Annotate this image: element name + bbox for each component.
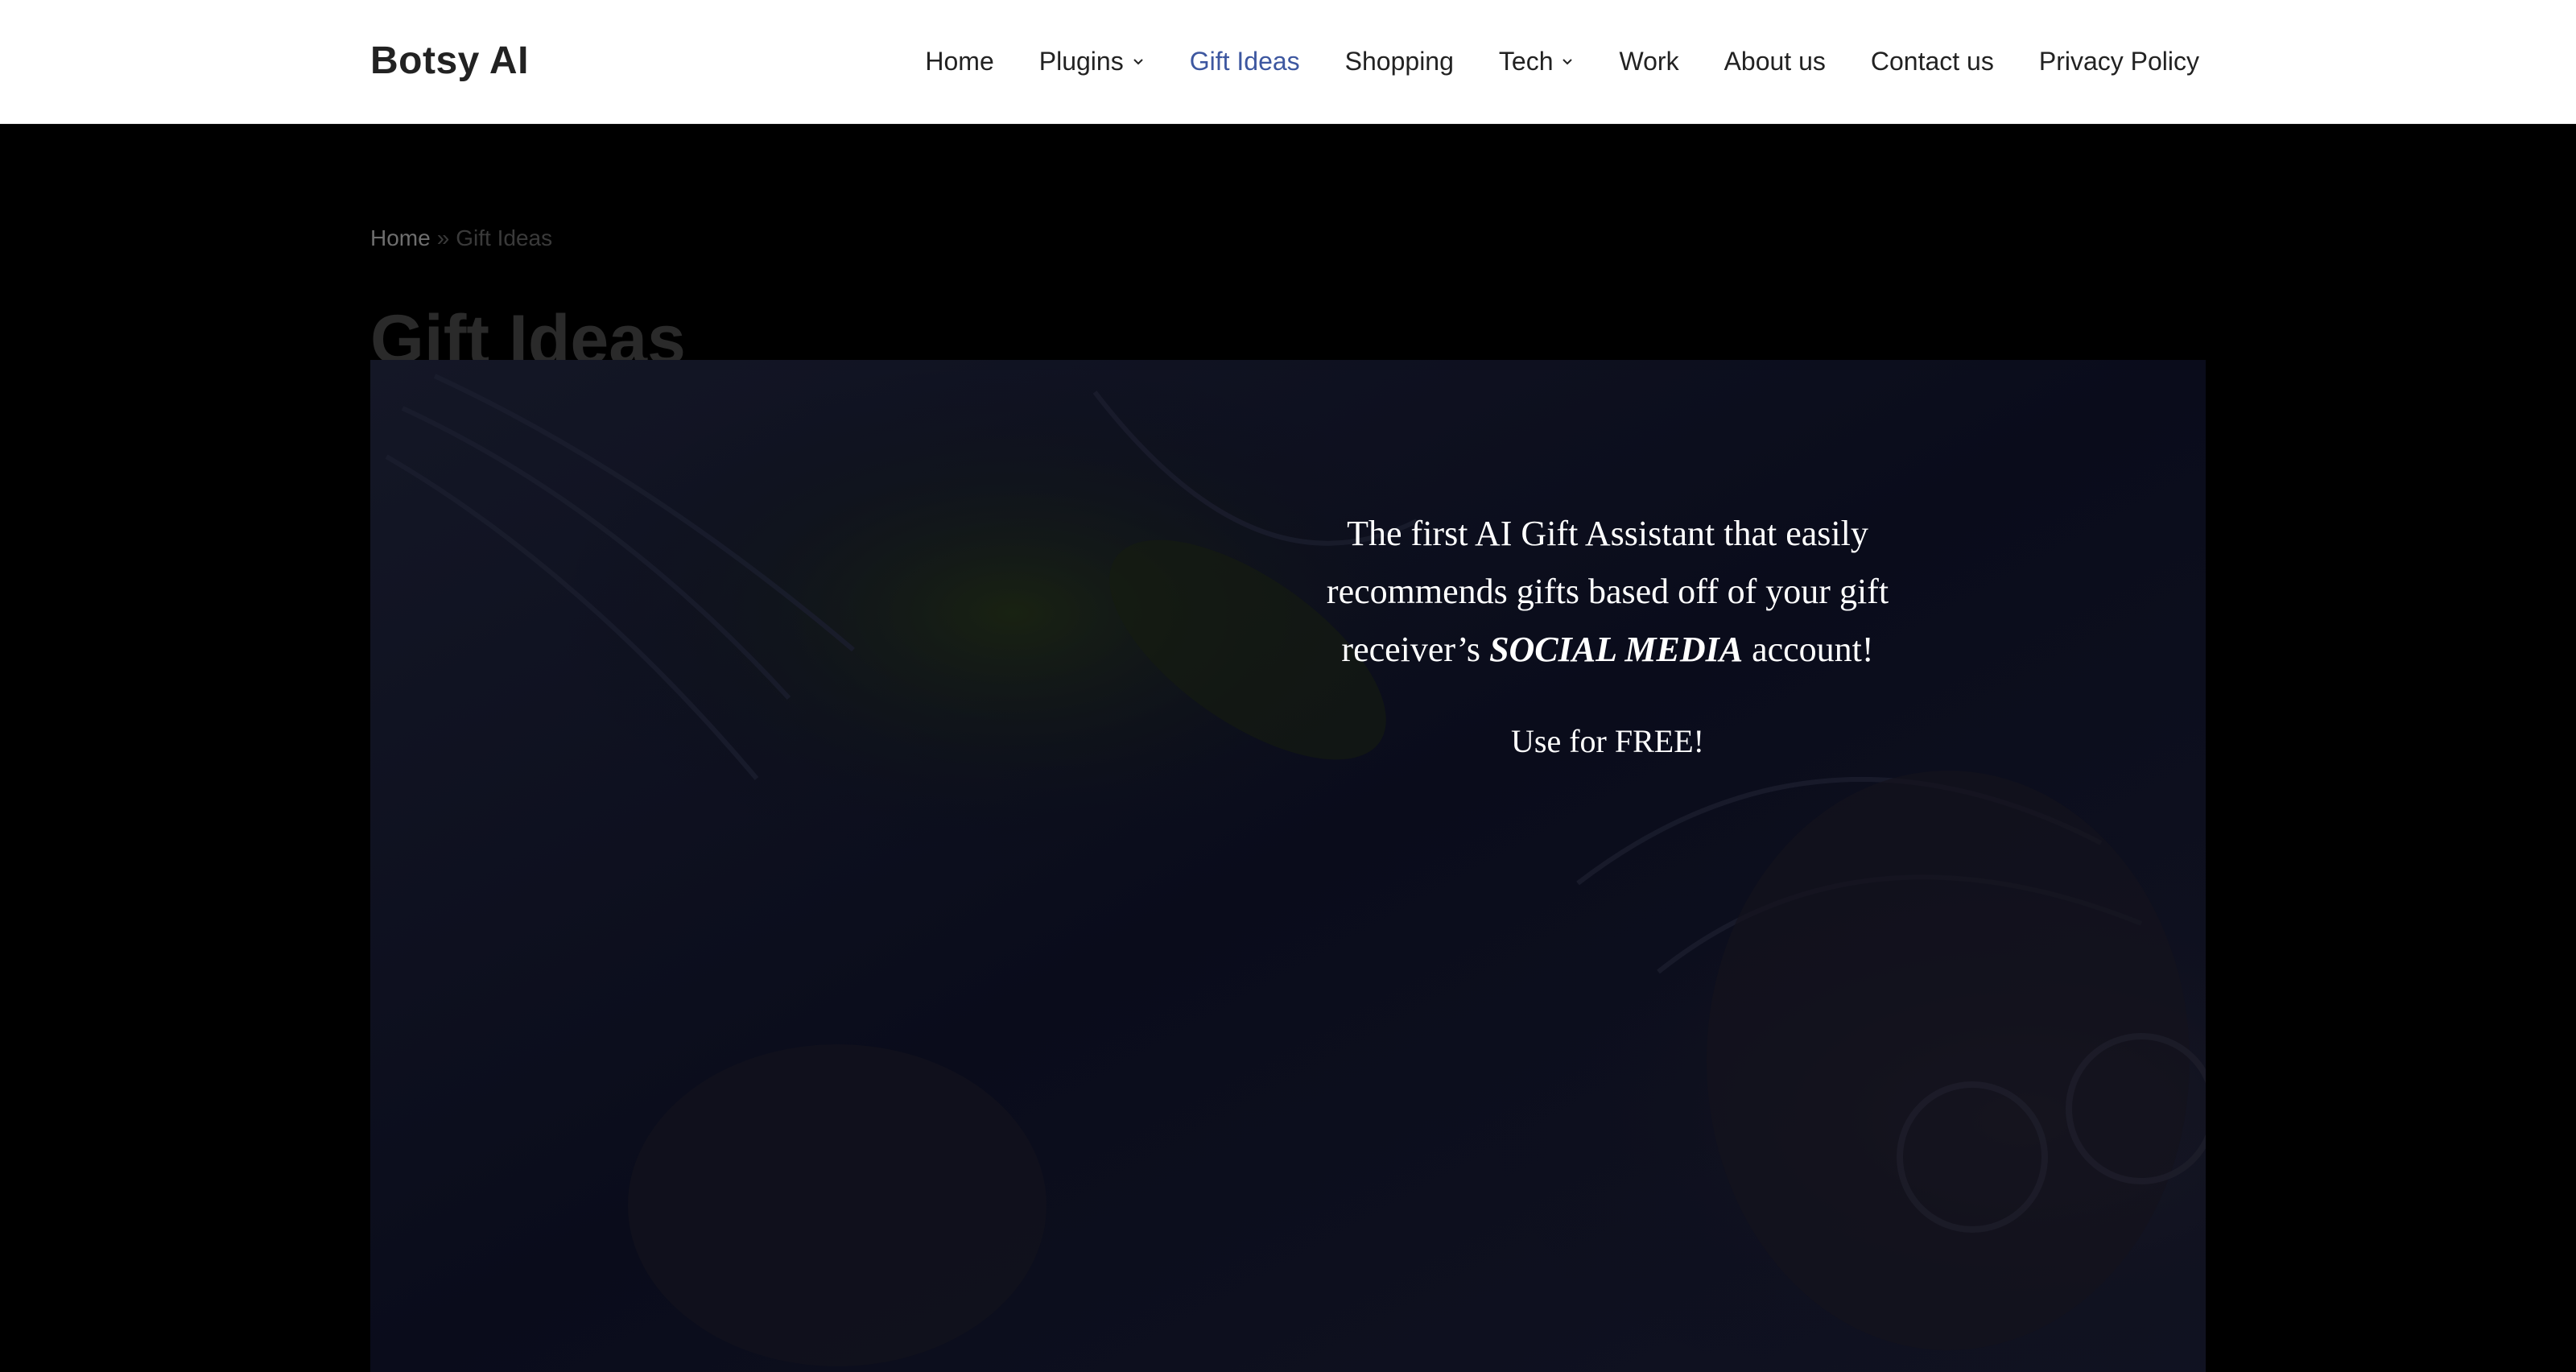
nav-item-privacy-policy[interactable]: Privacy Policy	[2039, 42, 2199, 81]
nav-item-work[interactable]: Work	[1619, 42, 1678, 81]
nav-item-label: Privacy Policy	[2038, 47, 2199, 76]
breadcrumb-separator: »	[436, 225, 450, 250]
breadcrumb-home-link[interactable]: Home	[370, 225, 431, 250]
nav-item-label: Plugins	[1038, 47, 1124, 76]
hero-cta-text: Use for FREE!	[1511, 723, 1704, 759]
main-nav: Home Plugins Gift Ideas Shopping Tech Wo…	[925, 42, 2199, 81]
hero-headline-end: account!	[1752, 630, 1874, 669]
site-header: Botsy AI Home Plugins Gift Ideas Shoppin…	[0, 0, 2576, 124]
chevron-down-icon[interactable]	[1561, 55, 1574, 68]
nav-item-label: Gift Ideas	[1189, 47, 1300, 76]
nav-item-plugins[interactable]: Plugins	[1039, 42, 1145, 81]
hero-banner: The first AI Gift Assistant that easily …	[370, 360, 2206, 1372]
nav-item-about-us[interactable]: About us	[1724, 42, 1826, 81]
nav-item-label: Tech	[1498, 47, 1554, 76]
nav-item-gift-ideas[interactable]: Gift Ideas	[1190, 42, 1300, 81]
chevron-down-icon[interactable]	[1132, 55, 1145, 68]
nav-item-label: About us	[1724, 47, 1826, 76]
nav-item-shopping[interactable]: Shopping	[1345, 42, 1454, 81]
breadcrumb: Home» Gift Ideas	[370, 222, 552, 254]
nav-item-label: Work	[1619, 47, 1679, 76]
nav-item-home[interactable]: Home	[925, 42, 993, 81]
hero-headline-emphasis: SOCIAL MEDIA	[1489, 630, 1744, 669]
nav-item-label: Contact us	[1870, 47, 1994, 76]
nav-item-label: Home	[925, 47, 994, 76]
nav-item-contact-us[interactable]: Contact us	[1871, 42, 1994, 81]
breadcrumb-current: Gift Ideas	[456, 225, 553, 250]
hero-text: The first AI Gift Assistant that easily …	[1256, 505, 1959, 764]
nav-item-tech[interactable]: Tech	[1499, 42, 1575, 81]
nav-item-label: Shopping	[1344, 47, 1454, 76]
hero-headline: The first AI Gift Assistant that easily …	[1256, 505, 1959, 679]
site-logo[interactable]: Botsy AI	[370, 35, 529, 87]
